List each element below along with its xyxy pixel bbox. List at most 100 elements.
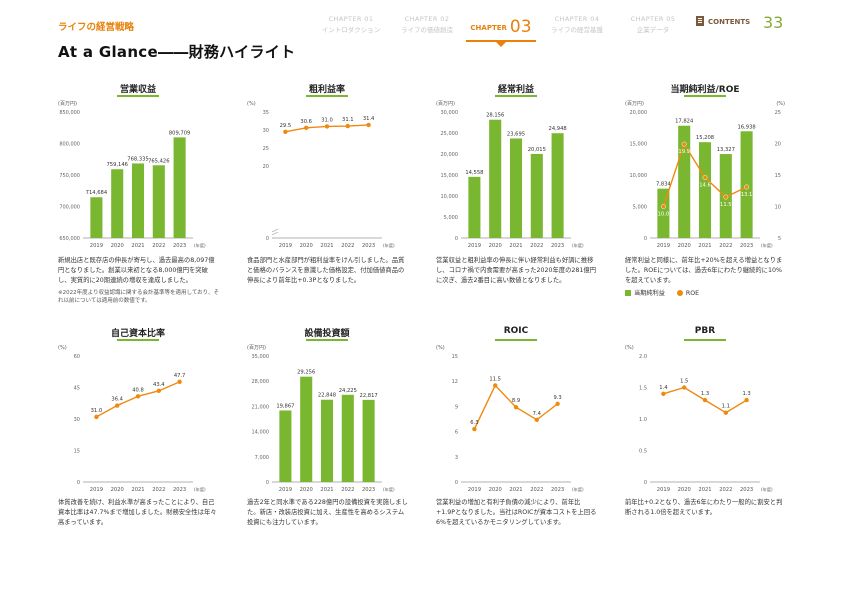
roe-label: 11.5	[720, 202, 732, 208]
chart-title: 営業収益	[119, 85, 156, 95]
bar	[173, 137, 186, 238]
roe-point	[660, 204, 666, 209]
data-label: 29,256	[297, 370, 315, 376]
page-title: At a Glance――財務ハイライト	[58, 43, 296, 61]
y2-tick-label: 5	[778, 236, 781, 242]
bar	[551, 133, 564, 238]
y2-axis-unit: (%)	[776, 101, 785, 107]
data-point	[94, 414, 99, 420]
y-tick-label: 0	[644, 480, 647, 486]
y-tick-label: 30	[263, 128, 269, 134]
x-axis-unit: (年度)	[761, 486, 773, 493]
book-icon	[696, 16, 704, 26]
tab-chapter-02-label: ライフの価値創造	[401, 26, 453, 34]
tab-chapter-05[interactable]: CHAPTER 05 企業データ	[618, 12, 688, 40]
x-tick-label: 2019	[468, 487, 481, 493]
data-point	[472, 426, 477, 432]
data-point	[156, 388, 161, 394]
tab-chapter-03-number: 03	[509, 17, 532, 37]
data-label: 36.4	[111, 397, 123, 403]
brand-label: ライフの経営戦略	[58, 22, 135, 33]
x-tick-label: 2019	[657, 243, 670, 249]
axis-break-mark	[271, 228, 279, 236]
roe-label: 19.9	[678, 149, 690, 155]
x-tick-label: 2021	[509, 487, 522, 493]
x-tick-label: 2020	[111, 243, 124, 249]
y-tick-label: 20	[263, 164, 269, 170]
panel-roic: ROIC (%) 0 3 6 9 12 15 2019 2020 2021 2022 2023 (年度)…	[436, 326, 596, 494]
tab-chapter-05-number: CHAPTER 05	[630, 15, 676, 23]
chart-title: 当期純利益/ROE	[670, 85, 740, 95]
x-tick-label: 2020	[300, 243, 313, 249]
x-tick-label: 2021	[509, 243, 522, 249]
y-tick-label: 800,000	[59, 142, 80, 148]
x-tick-label: 2020	[489, 487, 502, 493]
x-tick-label: 2020	[678, 487, 691, 493]
legend-line-marker	[676, 290, 683, 296]
data-label: 7,834	[656, 182, 672, 188]
chart-operating-revenue: (百万円) 650,000 700,000 750,000 800,000 850,000…	[58, 101, 206, 249]
chapter-tabs: CHAPTER 01 イントロダクション CHAPTER 02 ライフの価値創造…	[316, 12, 788, 47]
legend-bar-swatch	[625, 290, 631, 296]
bar	[698, 142, 712, 238]
y-axis-unit: (%)	[625, 345, 634, 351]
description-pbr: 前年比+0.2となり、過去6年にわたり一般的に割安と判断される1.0倍を超えてい…	[625, 499, 783, 516]
tab-chapter-04[interactable]: CHAPTER 04 ライフの経営基盤	[542, 12, 612, 40]
y-tick-label: 0	[77, 480, 80, 486]
data-label: 1.3	[701, 391, 709, 397]
chart-title: ROIC	[503, 326, 529, 336]
data-point	[345, 123, 350, 129]
bar	[111, 169, 124, 238]
roe-point	[744, 184, 750, 190]
bar	[131, 163, 145, 238]
data-label: 31.0	[321, 117, 333, 123]
y-tick-label: 0	[266, 480, 269, 486]
tab-chapter-03[interactable]: CHAPTER 03	[466, 12, 536, 47]
data-point	[283, 129, 288, 134]
y-tick-label: 25,000	[441, 131, 459, 137]
data-label: 31.4	[363, 116, 375, 122]
y-tick-label: 0.5	[639, 449, 647, 455]
data-label: 24,948	[549, 126, 567, 132]
x-axis-unit: (年度)	[383, 486, 395, 493]
data-label: 14,558	[465, 170, 483, 176]
x-axis-unit: (年度)	[383, 242, 395, 249]
y-tick-label: 10,000	[441, 194, 459, 200]
chart-ordinary-income: (百万円) 0 5,000 10,000 15,000 20,000 25,000 30,00…	[436, 101, 584, 249]
y-tick-label: 2.0	[639, 354, 647, 360]
data-label: 28,156	[486, 113, 504, 119]
x-tick-label: 2021	[698, 487, 711, 493]
y-tick-label: 28,000	[252, 379, 270, 385]
y-tick-label: 15	[452, 354, 458, 360]
panel-operating-revenue: 営業収益 (百万円) 650,000 700,000 750,000 800,000 85…	[58, 82, 218, 250]
data-point	[534, 417, 539, 423]
chart-pbr: (%) 0 0.5 1.0 1.5 2.0 2019 2020 2021 2022 2023 (年度)…	[625, 345, 773, 493]
data-label: 23,695	[507, 131, 525, 137]
tab-chapter-02-number: CHAPTER 02	[404, 15, 450, 23]
x-tick-label: 2020	[678, 243, 691, 249]
description-gross-margin: 食品部門と水産部門が粗利益率をけん引しました。品質と価格のバランスを意識した価格…	[247, 257, 405, 284]
active-tab-marker	[496, 42, 506, 47]
y-tick-label: 60	[74, 354, 80, 360]
chart-title: 自己資本比率	[110, 329, 165, 339]
data-label: 8.9	[512, 398, 520, 404]
x-tick-label: 2023	[173, 243, 186, 249]
y-tick-label: 0	[266, 236, 269, 242]
data-point	[661, 391, 666, 396]
x-tick-label: 2021	[698, 243, 711, 249]
x-tick-label: 2022	[341, 243, 354, 249]
contents-link[interactable]: CONTENTS	[696, 16, 750, 26]
panel-capex: 設備投資額 (百万円) 0 7,000 14,000 21,000 28,000 35,00…	[247, 326, 407, 494]
roe-point	[702, 175, 708, 180]
chart-roic: (%) 0 3 6 9 12 15 2019 2020 2021 2022 2023 (年度) 6.3 11…	[436, 345, 584, 493]
x-tick-label: 2022	[152, 243, 165, 249]
data-label: 40.8	[132, 387, 144, 393]
data-label: 19,867	[276, 403, 294, 409]
x-tick-label: 2021	[131, 243, 144, 249]
x-tick-label: 2022	[341, 487, 354, 493]
data-label: 809,709	[169, 130, 190, 136]
tab-chapter-02[interactable]: CHAPTER 02 ライフの価値創造	[392, 12, 462, 40]
y-axis-unit: (百万円)	[436, 101, 455, 107]
tab-chapter-01[interactable]: CHAPTER 01 イントロダクション	[316, 12, 386, 40]
data-point	[177, 379, 182, 385]
